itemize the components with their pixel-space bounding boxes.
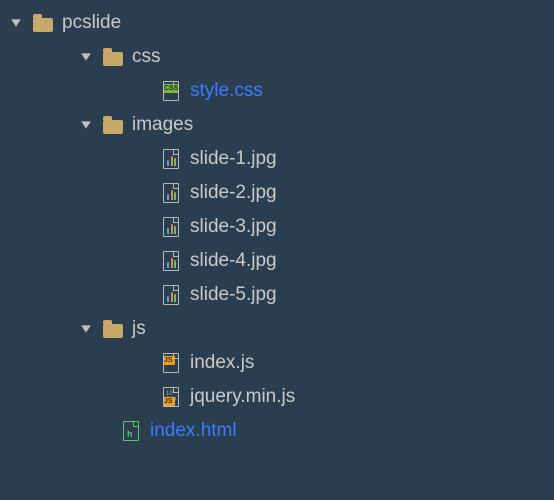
file-label: slide-2.jpg [190,182,277,204]
tree-file-index-html[interactable]: h index.html [0,414,554,448]
file-label: jquery.min.js [190,386,295,408]
tree-folder-css[interactable]: css [0,40,554,74]
tree-file-jquery-min-js[interactable]: 10010JS jquery.min.js [0,380,554,414]
tree-folder-js[interactable]: js [0,312,554,346]
file-label: slide-4.jpg [190,250,277,272]
chevron-down-icon [8,17,24,29]
folder-label: images [132,114,193,136]
image-file-icon [160,148,182,170]
file-label: slide-5.jpg [190,284,277,306]
js-min-file-icon: 10010JS [160,386,182,408]
image-file-icon [160,250,182,272]
chevron-down-icon [78,119,94,131]
file-label: style.css [190,80,263,102]
tree-file-slide-3[interactable]: slide-3.jpg [0,210,554,244]
image-file-icon [160,284,182,306]
folder-icon [32,12,54,34]
folder-icon [102,318,124,340]
tree-file-style-css[interactable]: CSS style.css [0,74,554,108]
image-file-icon [160,216,182,238]
tree-file-slide-2[interactable]: slide-2.jpg [0,176,554,210]
html-file-icon: h [120,420,142,442]
tree-file-slide-5[interactable]: slide-5.jpg [0,278,554,312]
file-label: slide-1.jpg [190,148,277,170]
folder-label: js [132,318,146,340]
tree-file-slide-4[interactable]: slide-4.jpg [0,244,554,278]
folder-icon [102,114,124,136]
chevron-down-icon [78,51,94,63]
js-file-icon: JS [160,352,182,374]
css-file-icon: CSS [160,80,182,102]
folder-icon [102,46,124,68]
tree-file-index-js[interactable]: JS index.js [0,346,554,380]
file-label: index.html [150,420,237,442]
image-file-icon [160,182,182,204]
file-label: slide-3.jpg [190,216,277,238]
folder-label: css [132,46,161,68]
tree-folder-images[interactable]: images [0,108,554,142]
folder-label: pcslide [62,12,121,34]
tree-folder-pcslide[interactable]: pcslide [0,6,554,40]
file-label: index.js [190,352,254,374]
chevron-down-icon [78,323,94,335]
tree-file-slide-1[interactable]: slide-1.jpg [0,142,554,176]
